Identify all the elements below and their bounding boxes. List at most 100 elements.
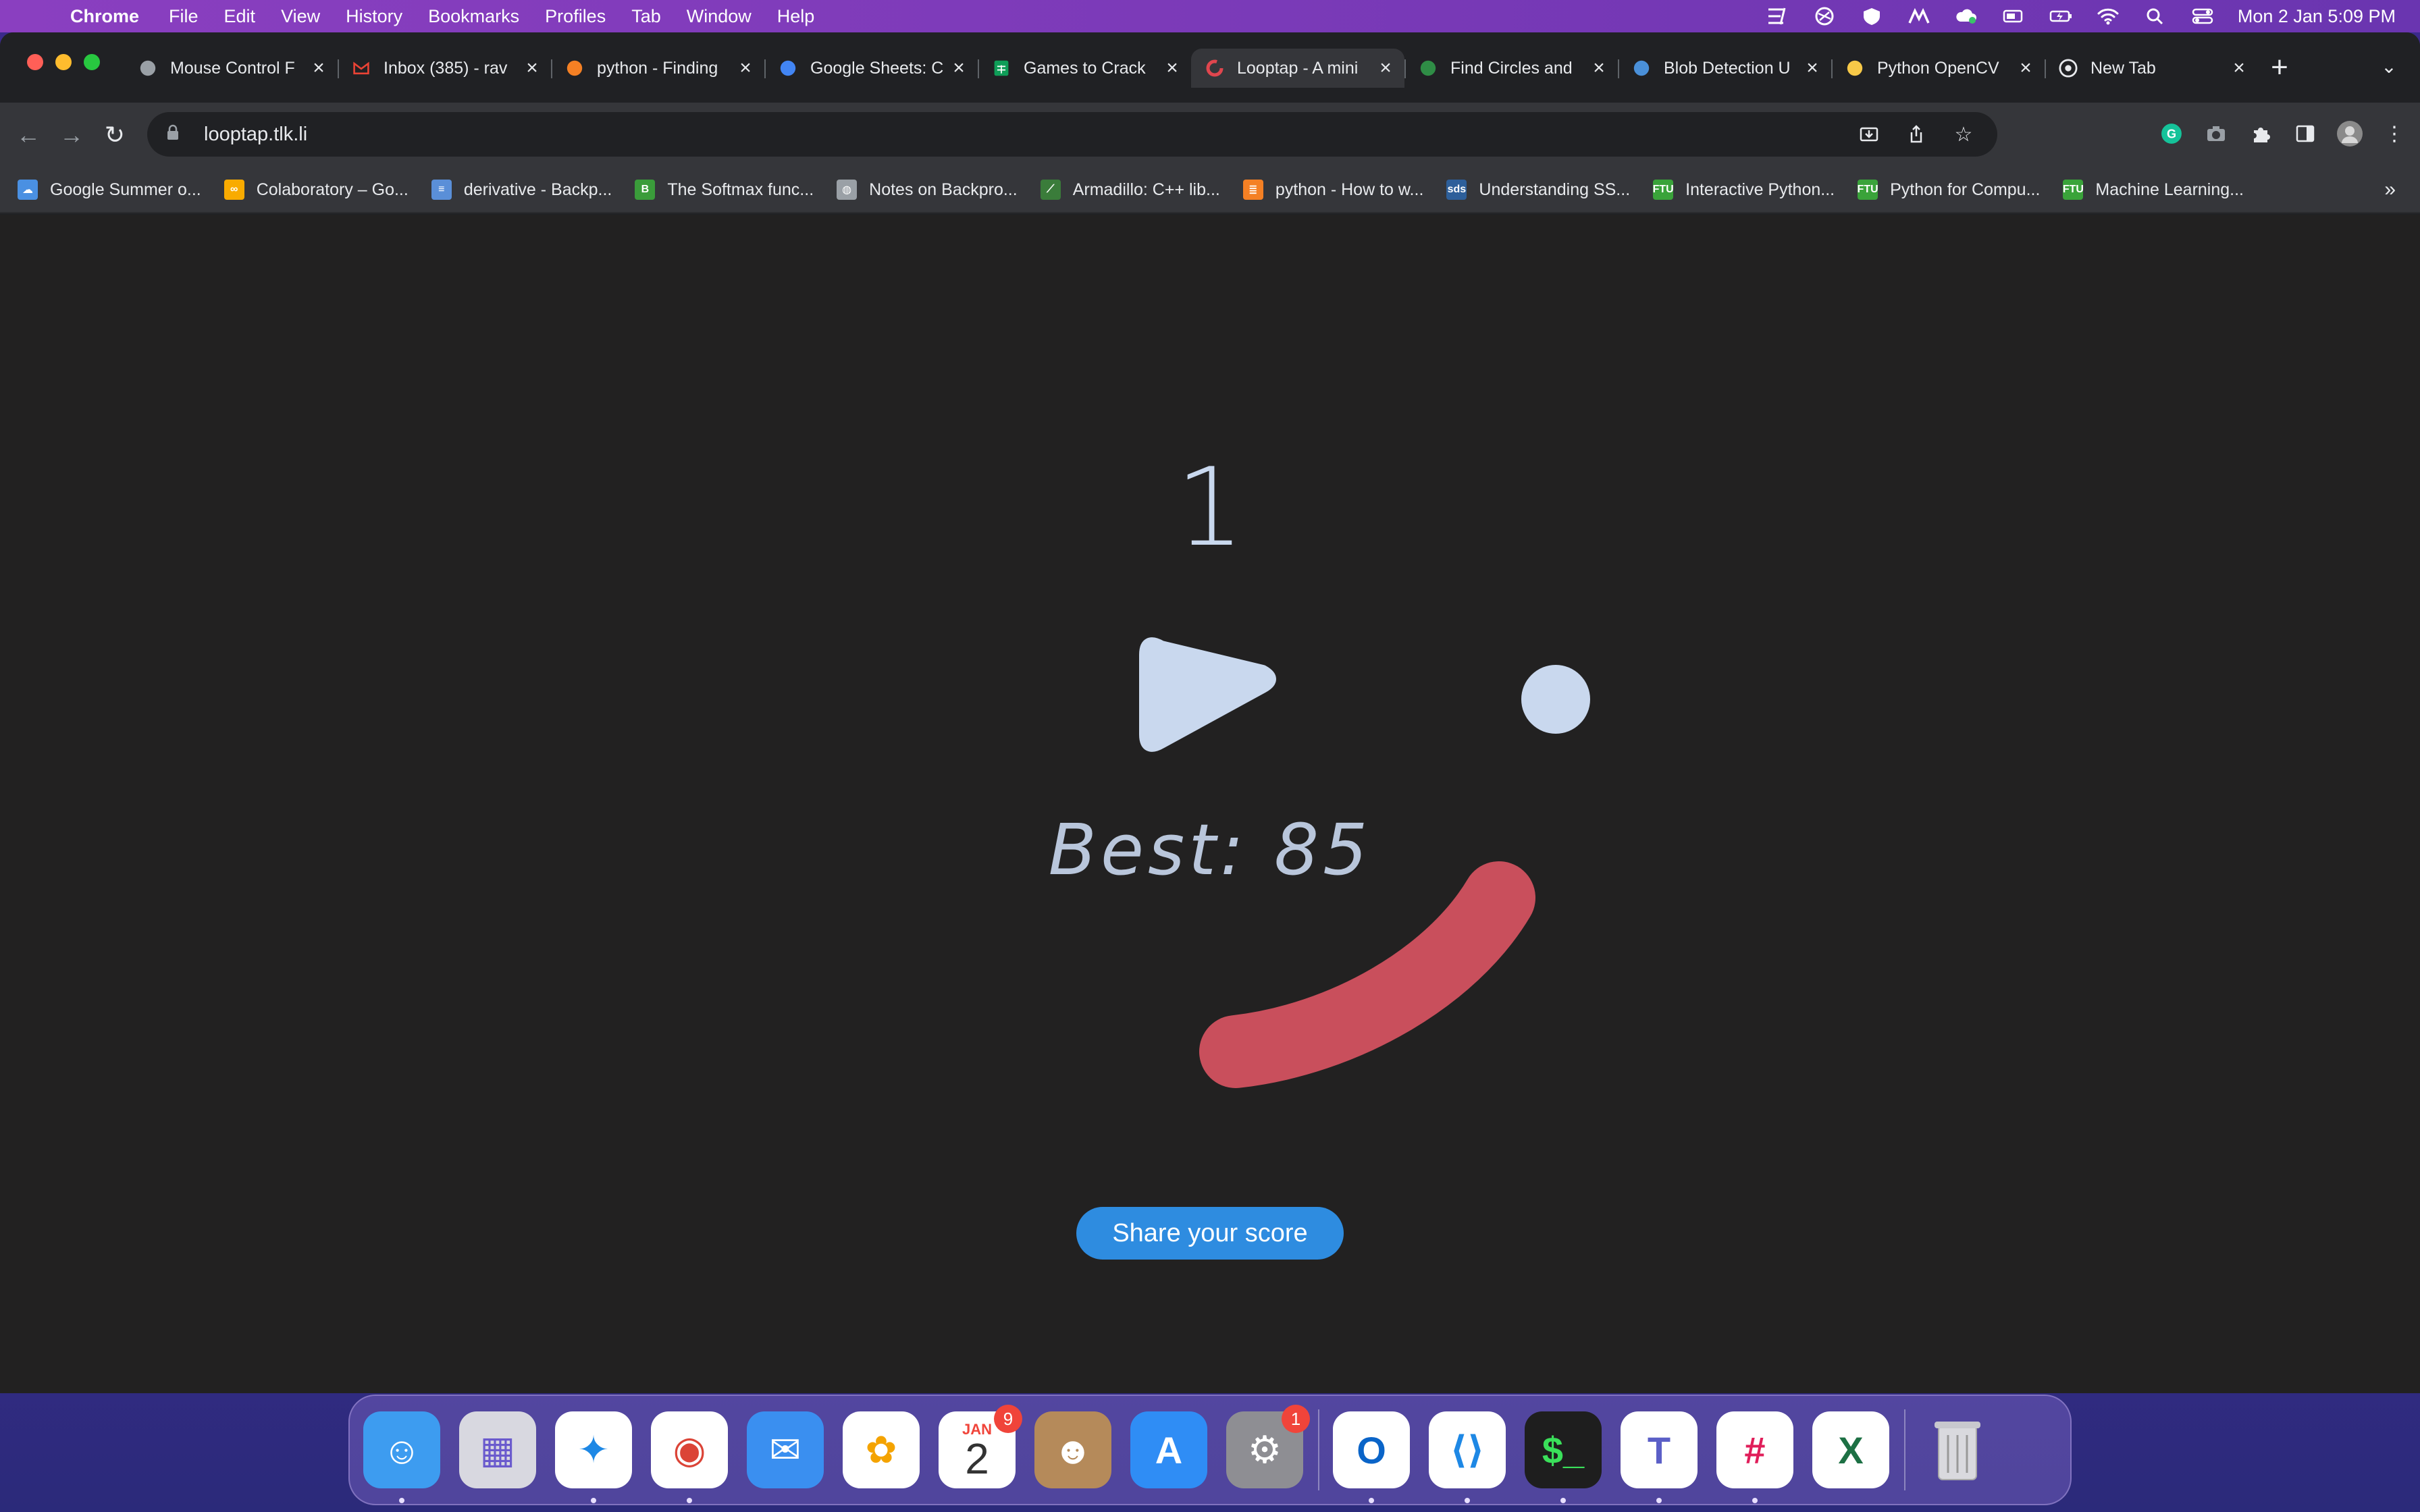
launchpad-icon[interactable]: ▦ bbox=[459, 1411, 536, 1488]
tab-close-icon[interactable]: × bbox=[945, 57, 972, 80]
safari-icon[interactable]: ✦ bbox=[555, 1411, 632, 1503]
close-window-button[interactable] bbox=[27, 54, 43, 70]
ftu-icon: FTU bbox=[1653, 180, 1674, 200]
minimize-window-button[interactable] bbox=[55, 54, 72, 70]
chrome-menu-icon[interactable]: ⋮ bbox=[2381, 120, 2408, 147]
bookmark-label: Python for Compu... bbox=[1890, 180, 2041, 199]
appstore-icon[interactable]: A bbox=[1130, 1411, 1207, 1488]
shield-status-icon[interactable] bbox=[1860, 6, 1884, 26]
dock-glyph: # bbox=[1744, 1428, 1766, 1472]
outlook-icon[interactable]: O bbox=[1333, 1411, 1410, 1503]
cloud-status-icon[interactable] bbox=[1954, 6, 1978, 26]
bookmark-item[interactable]: ☁ Google Summer o... bbox=[18, 180, 201, 200]
bookmarks-overflow-button[interactable]: » bbox=[2384, 178, 2396, 201]
dock-glyph: ◉ bbox=[673, 1428, 706, 1471]
forward-button[interactable]: → bbox=[54, 117, 89, 153]
tab-5[interactable]: Games to Crack × bbox=[978, 49, 1191, 88]
side-panel-icon[interactable] bbox=[2292, 120, 2319, 147]
tab-list: Mouse Control F × Inbox (385) - rav × python… bbox=[124, 49, 2258, 88]
bookmark-item[interactable]: ≣ python - How to w... bbox=[1242, 180, 1423, 200]
finder-icon[interactable]: ☺ bbox=[363, 1411, 440, 1503]
tab-close-icon[interactable]: × bbox=[732, 57, 759, 80]
bookmark-item[interactable]: ◍ Notes on Backpro... bbox=[837, 180, 1018, 200]
bookmark-item[interactable]: B The Softmax func... bbox=[635, 180, 814, 200]
new-tab-button[interactable]: + bbox=[2265, 53, 2294, 84]
tab-search-icon[interactable]: ⌄ bbox=[2375, 55, 2402, 82]
tab-8[interactable]: Blob Detection U × bbox=[1618, 49, 1831, 88]
bookmark-star-icon[interactable]: ☆ bbox=[1950, 121, 1977, 148]
tab-1[interactable]: Mouse Control F × bbox=[124, 49, 338, 88]
bookmark-item[interactable]: FTU Machine Learning... bbox=[2063, 180, 2244, 200]
tab-close-icon[interactable]: × bbox=[1799, 57, 1826, 80]
game-page[interactable]: 1 Best: 85 Share your score bbox=[0, 215, 2420, 1393]
vpn-status-icon[interactable] bbox=[1812, 6, 1837, 26]
slack-icon[interactable]: # bbox=[1716, 1411, 1793, 1503]
zoom-window-button[interactable] bbox=[84, 54, 100, 70]
tab-6[interactable]: Looptap - A mini × bbox=[1191, 49, 1404, 88]
lock-icon[interactable] bbox=[166, 124, 185, 145]
tab-2[interactable]: Inbox (385) - rav × bbox=[338, 49, 551, 88]
bookmark-item[interactable]: FTU Python for Compu... bbox=[1858, 180, 2040, 200]
menu-file[interactable]: File bbox=[169, 6, 199, 27]
play-icon[interactable] bbox=[1139, 637, 1276, 752]
address-url[interactable]: looptap.tlk.li bbox=[204, 124, 307, 146]
tab-close-icon[interactable]: × bbox=[2226, 57, 2253, 80]
spotlight-search-icon[interactable] bbox=[2143, 6, 2167, 26]
tab-close-icon[interactable]: × bbox=[305, 57, 332, 80]
tab-7[interactable]: Find Circles and × bbox=[1404, 49, 1618, 88]
settings-icon[interactable]: ⚙ 1 bbox=[1226, 1405, 1310, 1488]
chrome-icon[interactable]: ◉ bbox=[651, 1411, 728, 1503]
vscode-icon[interactable]: ⟨⟩ bbox=[1429, 1411, 1506, 1503]
tab-9[interactable]: Python OpenCV × bbox=[1831, 49, 2045, 88]
menu-app-name[interactable]: Chrome bbox=[70, 6, 139, 27]
contacts-icon[interactable]: ☻ bbox=[1034, 1411, 1111, 1488]
terminal-icon[interactable]: $_ bbox=[1525, 1411, 1602, 1503]
tab-close-icon[interactable]: × bbox=[1372, 57, 1399, 80]
address-bar[interactable]: looptap.tlk.li ☆ bbox=[147, 112, 1997, 157]
tab-close-icon[interactable]: × bbox=[519, 57, 546, 80]
bookmark-item[interactable]: FTU Interactive Python... bbox=[1653, 180, 1835, 200]
chrome-icon bbox=[2058, 58, 2078, 78]
teams-icon[interactable]: T bbox=[1621, 1411, 1698, 1503]
share-icon[interactable] bbox=[1903, 121, 1930, 148]
extensions-puzzle-icon[interactable] bbox=[2247, 120, 2274, 147]
trash-icon[interactable] bbox=[1919, 1411, 1996, 1488]
mail-icon[interactable]: ✉ bbox=[747, 1411, 824, 1488]
bookmark-item[interactable]: ∞ Colaboratory – Go... bbox=[223, 180, 409, 200]
tab-close-icon[interactable]: × bbox=[1585, 57, 1612, 80]
wifi-status-icon[interactable] bbox=[2096, 6, 2120, 26]
camera-extension-icon[interactable] bbox=[2203, 120, 2230, 147]
install-app-icon[interactable] bbox=[1856, 121, 1883, 148]
back-button[interactable]: ← bbox=[11, 117, 46, 153]
photos-icon[interactable]: ✿ bbox=[843, 1411, 920, 1488]
menu-profiles[interactable]: Profiles bbox=[545, 6, 606, 27]
control-center-icon[interactable] bbox=[2190, 6, 2215, 26]
menu-bookmarks[interactable]: Bookmarks bbox=[428, 6, 519, 27]
menu-help[interactable]: Help bbox=[777, 6, 815, 27]
menu-window[interactable]: Window bbox=[687, 6, 752, 27]
tab-close-icon[interactable]: × bbox=[2012, 57, 2039, 80]
calendar-icon[interactable]: JAN 2 9 bbox=[939, 1405, 1022, 1488]
tab-4[interactable]: Google Sheets: C × bbox=[764, 49, 978, 88]
excel-icon[interactable]: X bbox=[1812, 1411, 1889, 1488]
tab-3[interactable]: python - Finding × bbox=[551, 49, 764, 88]
tab-close-icon[interactable]: × bbox=[1159, 57, 1186, 80]
reload-button[interactable]: ↻ bbox=[97, 117, 132, 153]
tab-10[interactable]: New Tab × bbox=[2045, 49, 2258, 88]
bookmark-item[interactable]: ⟋ Armadillo: C++ lib... bbox=[1040, 180, 1220, 200]
battery-menu-icon[interactable] bbox=[2001, 6, 2026, 26]
bookmark-item[interactable]: ≡ derivative - Backp... bbox=[431, 180, 612, 200]
menu-clock[interactable]: Mon 2 Jan 5:09 PM bbox=[2238, 6, 2396, 27]
share-score-button[interactable]: Share your score bbox=[1076, 1207, 1344, 1260]
grammarly-extension-icon[interactable]: G bbox=[2158, 120, 2185, 147]
menu-view[interactable]: View bbox=[281, 6, 320, 27]
monitor-status-icon[interactable] bbox=[1907, 6, 1931, 26]
menu-tab[interactable]: Tab bbox=[631, 6, 661, 27]
menu-edit[interactable]: Edit bbox=[224, 6, 256, 27]
profile-avatar-icon[interactable] bbox=[2336, 120, 2363, 147]
bookmark-item[interactable]: sds Understanding SS... bbox=[1446, 180, 1630, 200]
editor-status-icon[interactable] bbox=[1765, 6, 1789, 26]
menu-history[interactable]: History bbox=[346, 6, 402, 27]
battery-status-icon[interactable] bbox=[2049, 6, 2073, 26]
bookmark-label: Notes on Backpro... bbox=[869, 180, 1018, 199]
